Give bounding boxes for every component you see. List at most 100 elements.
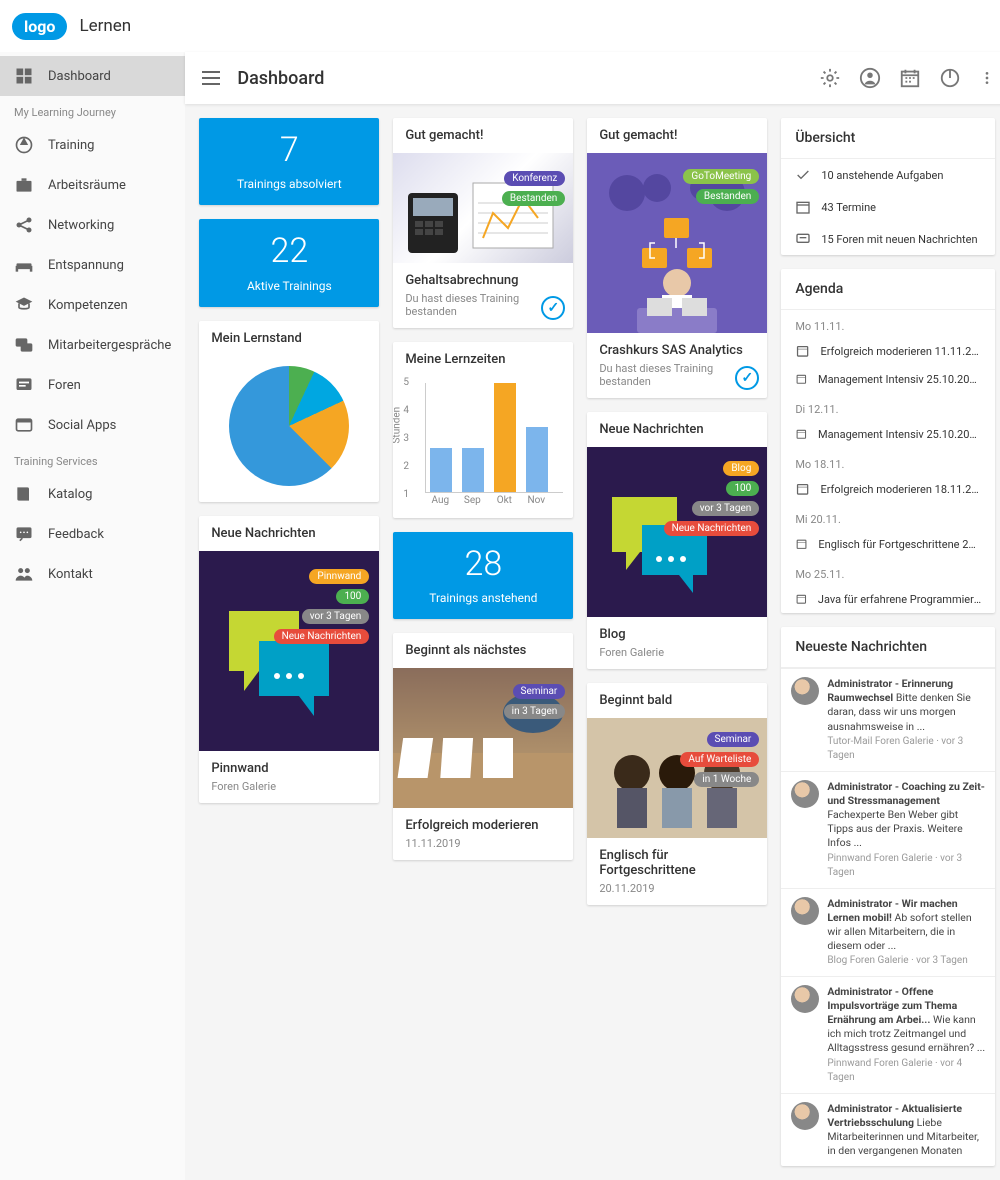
card-lernstand[interactable]: Mein Lernstand <box>199 321 379 502</box>
people-icon <box>14 564 34 584</box>
agenda-date: Mo 25.11. <box>781 558 995 585</box>
app-name: Lernen <box>79 16 131 36</box>
card-image: Seminar Auf Warteliste in 1 Woche <box>587 718 767 838</box>
sidebar-section-journey: My Learning Journey <box>0 96 185 125</box>
agenda-item[interactable]: Erfolgreich moderieren 11.11.2019 <box>781 337 995 365</box>
card-image: Pinnwand 100 vor 3 Tagen Neue Nachrichte… <box>199 551 379 751</box>
sidebar-item-dashboard[interactable]: Dashboard <box>0 56 185 96</box>
sidebar-item-label: Networking <box>48 218 114 233</box>
badge-type: Konferenz <box>504 171 565 186</box>
sidebar-item-arbeitsraume[interactable]: Arbeitsräume <box>0 165 185 205</box>
card-blog[interactable]: Neue Nachrichten Blog 100 vor 3 Tagen Ne… <box>587 412 767 669</box>
sidebar-item-training[interactable]: Training <box>0 125 185 165</box>
apps-icon <box>14 415 34 435</box>
panel-overview: Übersicht 10 anstehende Aufgaben 43 Term… <box>781 118 995 255</box>
card-image: Konferenz Bestanden <box>393 153 573 263</box>
overview-forums[interactable]: 15 Foren mit neuen Nachrichten <box>781 223 995 255</box>
agenda-date: Mo 18.11. <box>781 448 995 475</box>
news-item[interactable]: Administrator - Aktualisierte Vertriebss… <box>781 1093 995 1167</box>
avatar <box>791 897 819 925</box>
dashboard-icon <box>14 66 34 86</box>
stat-value: 7 <box>203 132 375 169</box>
news-item[interactable]: Administrator - Wir machen Lernen mobil!… <box>781 888 995 976</box>
calendar-icon[interactable] <box>899 67 921 89</box>
badge-pinnwand: Pinnwand <box>309 569 369 584</box>
stat-trainings-done[interactable]: 7 Trainings absolviert <box>199 118 379 205</box>
couch-icon <box>14 255 34 275</box>
overview-tasks[interactable]: 10 anstehende Aufgaben <box>781 159 995 191</box>
card-title: Mein Lernstand <box>199 321 379 356</box>
aperture-icon <box>14 135 34 155</box>
badge-waitlist: Auf Warteliste <box>680 752 759 767</box>
stat-label: Trainings absolviert <box>203 177 375 191</box>
graduation-icon <box>14 295 34 315</box>
card-title: Pinnwand <box>211 761 367 776</box>
card-header: Beginnt bald <box>587 683 767 718</box>
more-icon[interactable] <box>979 67 995 89</box>
sidebar-item-label: Entspannung <box>48 258 124 273</box>
gear-icon[interactable] <box>819 67 841 89</box>
card-sas[interactable]: Gut gemacht! GoToMeeting Bestanden Crash… <box>587 118 767 398</box>
agenda-date: Mo 11.11. <box>781 310 995 337</box>
sidebar-item-social[interactable]: Social Apps <box>0 405 185 445</box>
stat-value: 28 <box>397 546 569 583</box>
card-englisch[interactable]: Beginnt bald Seminar Auf Warteliste in 1… <box>587 683 767 905</box>
event-icon <box>795 536 808 552</box>
card-title: Gehaltsabrechnung <box>405 273 561 288</box>
panel-agenda: Agenda Mo 11.11.Erfolgreich moderieren 1… <box>781 269 995 613</box>
sidebar-item-label: Kompetenzen <box>48 298 128 313</box>
card-gehalt[interactable]: Gut gemacht! Konferenz Bestanden Gehalts… <box>393 118 573 328</box>
sidebar-item-label: Kontakt <box>48 567 93 582</box>
card-title: Meine Lernzeiten <box>393 342 573 377</box>
avatar <box>791 985 819 1013</box>
card-subtitle: 20.11.2019 <box>599 878 755 895</box>
card-image: Seminar in 3 Tagen <box>393 668 573 808</box>
panel-title: Übersicht <box>781 118 995 159</box>
event-icon <box>795 343 810 359</box>
overview-dates[interactable]: 43 Termine <box>781 191 995 223</box>
menu-icon[interactable] <box>199 66 223 90</box>
sidebar-item-label: Dashboard <box>48 69 111 84</box>
card-moderieren[interactable]: Beginnt als nächstes Seminar in 3 Tagen … <box>393 633 573 860</box>
agenda-item[interactable]: Management Intensiv 25.10.2019: PHAS... <box>781 365 995 393</box>
agenda-item[interactable]: Englisch für Fortgeschrittene 20.11.2019 <box>781 530 995 558</box>
sidebar-item-kontakt[interactable]: Kontakt <box>0 554 185 594</box>
sidebar-item-kompetenzen[interactable]: Kompetenzen <box>0 285 185 325</box>
card-header: Neue Nachrichten <box>199 516 379 551</box>
page-title: Dashboard <box>237 68 324 89</box>
stat-trainings-active[interactable]: 22 Aktive Trainings <box>199 219 379 306</box>
news-item[interactable]: Administrator - Coaching zu Zeit- und St… <box>781 771 995 888</box>
calendar-icon <box>795 199 811 215</box>
card-lernzeiten[interactable]: Meine Lernzeiten 12345 Stunden AugSepOkt… <box>393 342 573 518</box>
badge-new: Neue Nachrichten <box>274 629 370 644</box>
check-icon <box>541 296 565 320</box>
agenda-item[interactable]: Management Intensiv 25.10.2019: PHAS... <box>781 420 995 448</box>
badge-count: 100 <box>726 481 759 496</box>
avatar <box>791 1102 819 1130</box>
sidebar-item-gespraeche[interactable]: Mitarbeitergespräche <box>0 325 185 365</box>
sidebar-item-entspannung[interactable]: Entspannung <box>0 245 185 285</box>
card-pinnwand[interactable]: Neue Nachrichten Pinnwand 100 vor 3 Tage… <box>199 516 379 803</box>
card-header: Gut gemacht! <box>587 118 767 153</box>
sidebar-item-networking[interactable]: Networking <box>0 205 185 245</box>
card-header: Beginnt als nächstes <box>393 633 573 668</box>
top-brand-bar: logo Lernen <box>0 0 1000 52</box>
stat-trainings-pending[interactable]: 28 Trainings anstehend <box>393 532 573 619</box>
card-subtitle: Du hast dieses Training bestanden <box>599 358 755 388</box>
sidebar-item-label: Katalog <box>48 487 92 502</box>
card-title: Englisch für Fortgeschrittene <box>599 848 755 878</box>
agenda-item[interactable]: Erfolgreich moderieren 18.11.2019 <box>781 475 995 503</box>
power-icon[interactable] <box>939 67 961 89</box>
sidebar-item-label: Social Apps <box>48 418 116 433</box>
sidebar-item-feedback[interactable]: Feedback <box>0 514 185 554</box>
sidebar-item-katalog[interactable]: Katalog <box>0 474 185 514</box>
agenda-item[interactable]: Java für erfahrene Programmierer 25.11..… <box>781 585 995 613</box>
card-subtitle: 11.11.2019 <box>405 833 561 850</box>
news-item[interactable]: Administrator - Erinnerung Raumwechsel B… <box>781 668 995 771</box>
badge-time: in 1 Woche <box>694 772 759 787</box>
forum-icon <box>14 375 34 395</box>
news-item[interactable]: Administrator - Offene Impulsvorträge zu… <box>781 976 995 1093</box>
main-header: Dashboard <box>185 52 1000 104</box>
sidebar-item-foren[interactable]: Foren <box>0 365 185 405</box>
account-icon[interactable] <box>859 67 881 89</box>
